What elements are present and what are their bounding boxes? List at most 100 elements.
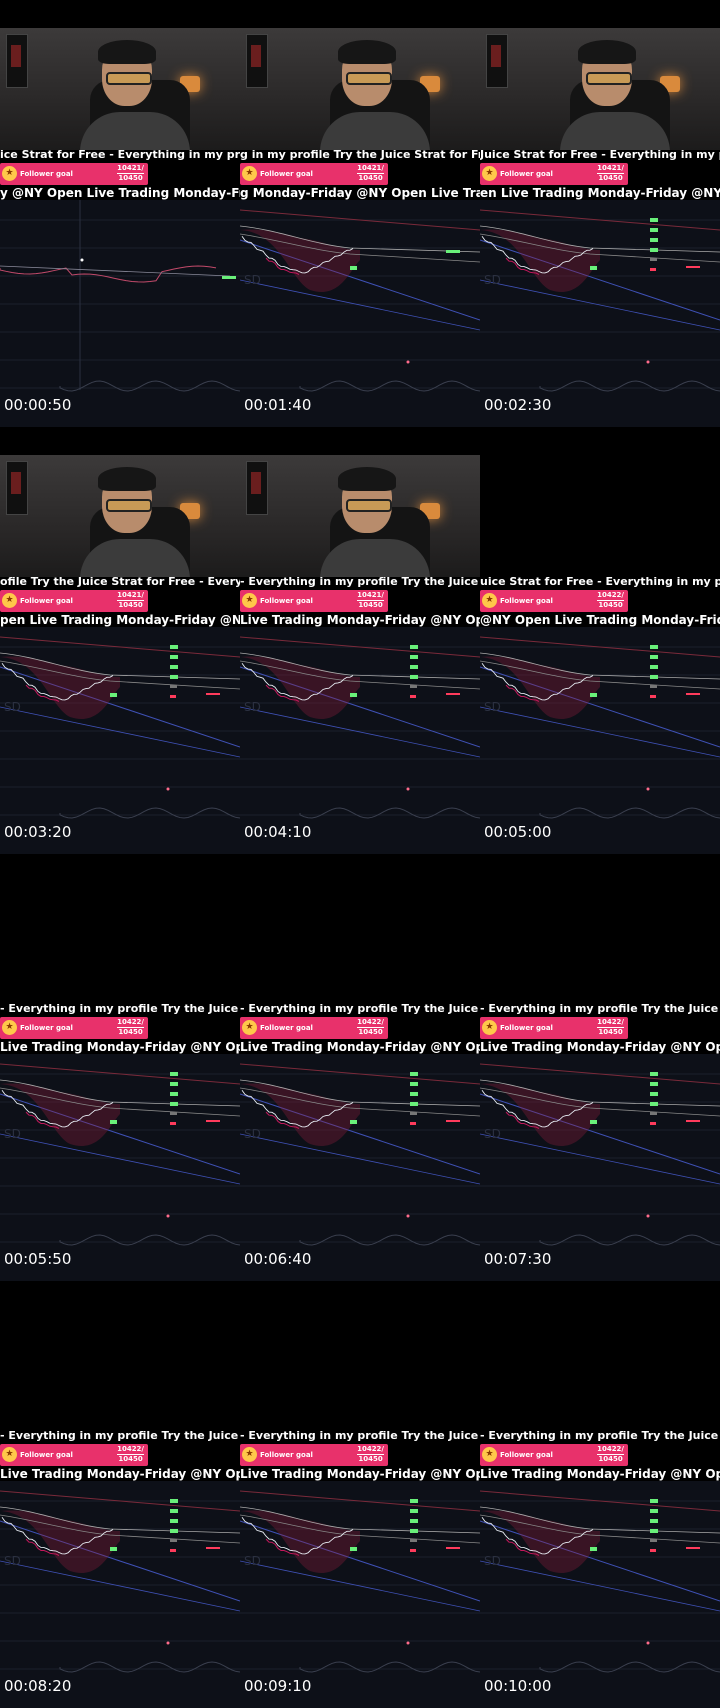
follower-goal-widget: ★ Follower goal 10421/10450 <box>240 163 388 185</box>
goal-target: 10450 <box>598 1455 623 1463</box>
stream-subtitle: @NY Open Live Trading Monday-Friday <box>480 613 720 627</box>
stream-subtitle: Live Trading Monday-Friday @NY Open <box>480 1040 720 1054</box>
follower-goal-widget: ★ Follower goal 10422/10450 <box>240 1444 388 1466</box>
current-price-marker <box>590 1547 597 1551</box>
goal-icon: ★ <box>242 166 257 181</box>
current-price-marker <box>110 1547 117 1551</box>
frame-tile: - Everything in my profile Try the Juice… <box>240 854 480 1281</box>
level-marker-green <box>170 1519 178 1523</box>
current-price-marker <box>110 1120 117 1124</box>
oscillator-line <box>59 807 240 819</box>
goal-current: 10421/ <box>357 164 384 174</box>
current-price-marker <box>350 693 357 697</box>
frame-timestamp: 00:05:00 <box>484 823 552 841</box>
frame-timestamp: 00:05:50 <box>4 1250 72 1268</box>
follower-goal-label: Follower goal <box>500 1024 553 1032</box>
level-marker-green <box>650 645 658 649</box>
goal-icon: ★ <box>2 593 17 608</box>
webcam-poster <box>6 34 28 88</box>
webcam-feed <box>0 882 240 1004</box>
price-tag <box>446 1120 460 1122</box>
frame-tile: - Everything in my profile Try the Juice… <box>480 1281 720 1708</box>
follower-goal-widget: ★ Follower goal 10422/10450 <box>480 1444 628 1466</box>
price-tag <box>686 266 700 268</box>
level-marker-green <box>650 655 658 659</box>
oscillator-line <box>59 1661 240 1673</box>
frame-tile: - Everything in my profile Try the Juice… <box>0 1281 240 1708</box>
webcam-feed <box>240 28 480 150</box>
level-marker-red <box>170 695 176 698</box>
goal-icon: ★ <box>482 1447 497 1462</box>
level-marker-green <box>650 1519 658 1523</box>
goal-icon: ★ <box>2 166 17 181</box>
watermark-text: SD <box>484 273 501 287</box>
scrolling-ticker: - Everything in my profile Try the Juice… <box>0 1429 240 1442</box>
frame-tile: - Everything in my profile Try the Juice… <box>0 854 240 1281</box>
webcam-feed <box>480 455 720 577</box>
level-marker-green <box>170 655 178 659</box>
goal-current: 10422/ <box>117 1445 144 1455</box>
trading-chart: SD <box>480 200 720 427</box>
goal-icon: ★ <box>482 1020 497 1035</box>
scrolling-ticker: ofile Try the Juice Strat for Free - Eve… <box>0 575 240 588</box>
trend-line-lower <box>0 1133 240 1185</box>
level-marker-grey <box>410 685 417 688</box>
frame-timestamp: 00:02:30 <box>484 396 552 414</box>
level-marker-red <box>650 1549 656 1552</box>
level-marker-red <box>650 1122 656 1125</box>
webcam-feed <box>480 1309 720 1431</box>
oscillator-line <box>299 1661 480 1673</box>
frame-timestamp: 00:04:10 <box>244 823 312 841</box>
follower-goal-count: 10422/10450 <box>597 1018 624 1037</box>
trading-chart: SD <box>240 627 480 854</box>
follower-goal-count: 10422/10450 <box>117 1445 144 1464</box>
follower-goal-label: Follower goal <box>260 597 313 605</box>
follower-goal-widget: ★ Follower goal 10421/10450 <box>480 163 628 185</box>
oscillator-line <box>299 1234 480 1246</box>
goal-icon: ★ <box>2 1447 17 1462</box>
goal-current: 10421/ <box>357 591 384 601</box>
level-marker-green <box>650 665 658 669</box>
follower-goal-label: Follower goal <box>20 1451 73 1459</box>
webcam-feed <box>240 1309 480 1431</box>
watermark-text: SD <box>244 700 261 714</box>
level-marker-green <box>410 1509 418 1513</box>
follower-goal-widget: ★ Follower goal 10422/10450 <box>480 1017 628 1039</box>
goal-icon: ★ <box>242 593 257 608</box>
webcam-hair <box>98 40 156 64</box>
level-marker-green <box>650 1499 658 1503</box>
goal-target: 10450 <box>358 1028 383 1036</box>
price-tag <box>446 250 460 253</box>
oscillator-line <box>539 380 720 392</box>
follower-goal-widget: ★ Follower goal 10422/10450 <box>0 1444 148 1466</box>
goal-current: 10421/ <box>117 591 144 601</box>
goal-current: 10422/ <box>357 1018 384 1028</box>
level-marker-green <box>650 1509 658 1513</box>
trend-line-lower <box>240 1560 480 1612</box>
oscillator-line <box>299 807 480 819</box>
follower-goal-label: Follower goal <box>20 1024 73 1032</box>
goal-icon: ★ <box>242 1020 257 1035</box>
level-marker-green <box>170 1102 178 1106</box>
webcam-feed <box>0 28 240 150</box>
follower-goal-widget: ★ Follower goal 10421/10450 <box>0 590 148 612</box>
chart-canvas: SD <box>480 209 720 392</box>
scrolling-ticker: - Everything in my profile Try the Juice… <box>240 1429 480 1442</box>
level-marker-green <box>410 675 418 679</box>
stream-subtitle: y @NY Open Live Trading Monday-Frida <box>0 186 240 200</box>
stream-subtitle: Live Trading Monday-Friday @NY Open <box>480 1467 720 1481</box>
chart-canvas: SD <box>0 636 240 819</box>
price-marker <box>222 276 236 279</box>
frame-tile: - Everything in my profile Try the Juice… <box>240 1281 480 1708</box>
level-marker-red <box>410 1122 416 1125</box>
webcam-hair <box>338 40 396 64</box>
scrolling-ticker: - Everything in my profile Try the Juice… <box>480 1429 720 1442</box>
indicator-dot <box>166 1214 170 1218</box>
goal-icon: ★ <box>242 1447 257 1462</box>
scrolling-ticker: g in my profile Try the Juice Strat for … <box>240 148 480 161</box>
level-marker-green <box>410 1082 418 1086</box>
follower-goal-label: Follower goal <box>20 170 73 178</box>
level-marker-red <box>650 268 656 271</box>
current-price-marker <box>590 1120 597 1124</box>
webcam-poster <box>486 34 508 88</box>
